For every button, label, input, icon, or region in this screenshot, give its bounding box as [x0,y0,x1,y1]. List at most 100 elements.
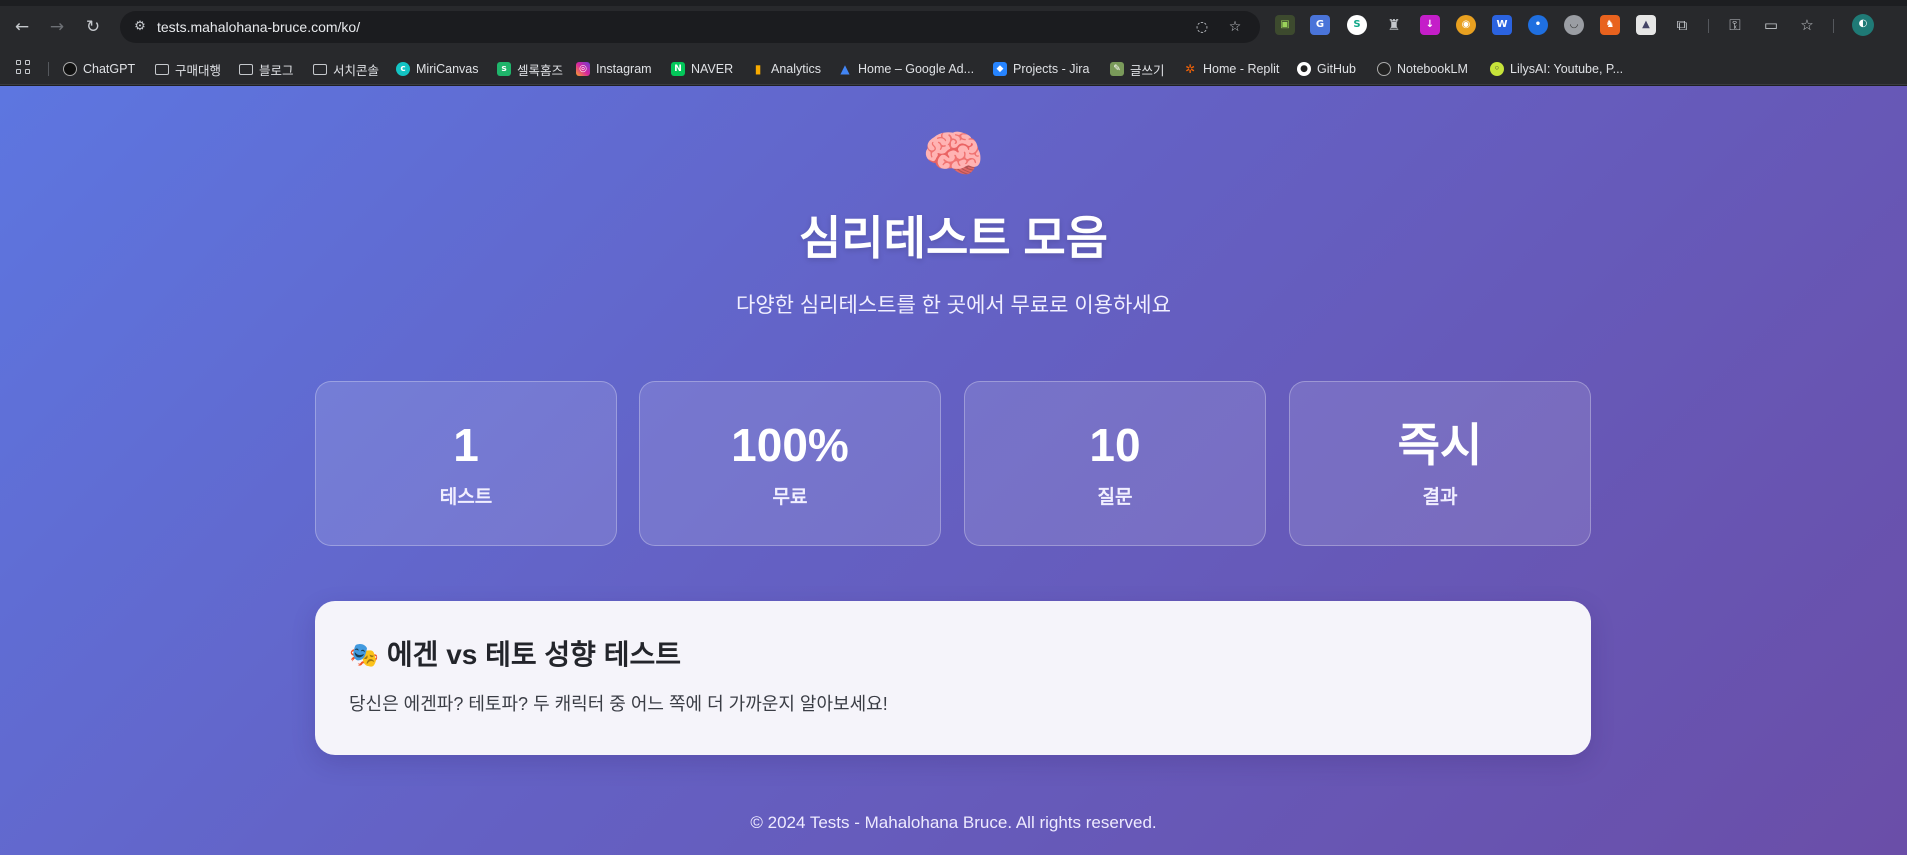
openai-icon [63,62,77,76]
bookmark-label: 셀록홈즈 [517,63,564,78]
forward-arrow-icon: → [49,17,65,37]
folder-icon [239,63,253,75]
tab-strip-edge [0,0,1907,6]
stat-label: 결과 [1422,487,1458,508]
bookmark-label: 구매대행 [175,63,222,78]
google-ads-icon: ▲ [840,62,850,76]
extension-capture-icon[interactable]: ▣ [1275,15,1295,35]
bookmark-miricanvas[interactable]: c MiriCanvas [396,59,479,79]
bookmark-label: Home - Replit [1203,62,1280,76]
bookmark-label: NotebookLM [1397,62,1468,76]
bookmarks-star-icon[interactable]: ☆ [1797,15,1817,35]
bookmark-sellock[interactable]: s 셀록홈즈 [497,59,563,79]
stat-label: 무료 [772,487,808,508]
bookmark-naver[interactable]: N NAVER [671,59,733,79]
bookmark-label: GitHub [1317,62,1356,76]
bookmark-folder-blog[interactable]: 블로그 [239,59,294,79]
sellock-icon: s [497,62,511,76]
footer-copyright: © 2024 Tests - Mahalohana Bruce. All rig… [750,813,1157,832]
bookmark-label: Instagram [596,62,652,76]
bookmark-star-icon[interactable]: ☆ [1225,17,1245,37]
brain-icon: 🧠 [922,125,985,183]
toolbar-divider [1833,19,1834,33]
bookmark-google-ads[interactable]: ▲ Home – Google Ad... [838,59,974,79]
bookmark-notebooklm[interactable]: NotebookLM [1377,59,1468,79]
analytics-icon: ▮ [754,62,762,76]
back-arrow-icon: ← [14,17,30,37]
bookmark-github[interactable]: ● GitHub [1297,59,1356,79]
extensions-puzzle-icon[interactable]: ⧉ [1672,15,1692,35]
download-extension-icon[interactable]: ↓ [1420,15,1440,35]
w-extension-icon[interactable]: W [1492,15,1512,35]
translate-extension-icon[interactable]: G [1310,15,1330,35]
stat-value: 100% [731,419,849,471]
notebooklm-icon [1377,62,1391,76]
apps-grid-icon[interactable] [16,60,34,78]
reload-button[interactable]: ↻ [82,16,104,38]
tools-extension-icon[interactable]: ♜ [1384,15,1404,35]
test-card-description: 당신은 에겐파? 테토파? 두 캐릭터 중 어느 쪽에 더 가까운지 알아보세요… [349,694,888,714]
stat-card-results: 즉시 결과 [1289,381,1591,546]
stat-value: 즉시 [1397,419,1483,471]
eye-off-icon[interactable]: ◌ [1192,17,1212,37]
test-card-title: 🎭 에겐 vs 테토 성향 테스트 [349,637,681,673]
cup-extension-icon[interactable]: ◡ [1564,15,1584,35]
theater-masks-icon: 🎭 [349,641,379,669]
bookmarks-bar: ChatGPT 구매대행 블로그 서치콘솔 c MiriCanvas s 셀록홈… [0,53,1907,85]
bookmark-chatgpt[interactable]: ChatGPT [63,59,135,79]
stat-label: 테스트 [439,487,493,508]
bookmarks-divider [48,62,49,76]
page-title: 심리테스트 모음 [798,212,1109,264]
bookmark-label: Analytics [771,62,822,76]
bookmark-lilysai[interactable]: ◦ LilysAI: Youtube, P... [1490,59,1623,79]
bookmark-folder-search-console[interactable]: 서치콘솔 [313,59,379,79]
bookmark-label: 글쓰기 [1130,63,1165,78]
blue-extension-icon[interactable]: • [1528,15,1548,35]
page-subtitle: 다양한 심리테스트를 한 곳에서 무료로 이용하세요 [736,294,1171,317]
bookmark-writing[interactable]: ✎ 글쓰기 [1110,59,1165,79]
address-bar[interactable]: ⚙ tests.mahalohana-bruce.com/ko/ ◌ ☆ [120,11,1260,43]
instagram-icon: ◎ [576,62,590,76]
forward-button[interactable]: → [46,16,68,38]
url-text: tests.mahalohana-bruce.com/ko/ [157,19,361,35]
fox-extension-icon[interactable]: ♞ [1600,15,1620,35]
stat-card-free: 100% 무료 [639,381,941,546]
bookmark-label: MiriCanvas [416,62,479,76]
chrome-extension-icon[interactable]: ◉ [1456,15,1476,35]
bookmark-label: 서치콘솔 [333,63,380,78]
bookmark-folder-purchase[interactable]: 구매대행 [155,59,221,79]
stat-label: 질문 [1097,487,1133,508]
bookmark-label: 블로그 [259,63,294,78]
s-extension-icon[interactable]: S [1347,15,1367,35]
bookmark-analytics[interactable]: ▮ Analytics [751,59,821,79]
page-content: 🧠 심리테스트 모음 다양한 심리테스트를 한 곳에서 무료로 이용하세요 1 … [0,86,1907,855]
github-icon: ● [1297,62,1311,76]
site-info-icon[interactable]: ⚙ [131,18,149,36]
bookmark-label: Projects - Jira [1013,62,1090,76]
stat-card-questions: 10 질문 [964,381,1266,546]
bookmark-label: ChatGPT [83,62,136,76]
test-card-title-text: 에겐 vs 테토 성향 테스트 [386,639,681,670]
bookmark-instagram[interactable]: ◎ Instagram [576,59,652,79]
bookmark-label: NAVER [691,62,734,76]
replit-icon: ✲ [1184,62,1196,76]
jira-icon: ◆ [993,62,1007,76]
profile-avatar[interactable]: ◐ [1852,14,1874,36]
bookmark-label: Home – Google Ad... [858,62,975,76]
folder-icon [155,63,169,75]
naver-icon: N [671,62,685,76]
password-key-icon[interactable]: ⚿ [1725,15,1745,35]
toolbar-divider [1708,19,1709,33]
folder-icon [313,63,327,75]
image-extension-icon[interactable]: ▲ [1636,15,1656,35]
browser-toolbar: ← → ↻ ⚙ tests.mahalohana-bruce.com/ko/ ◌… [0,0,1907,53]
bookmark-jira[interactable]: ◆ Projects - Jira [993,59,1089,79]
miricanvas-icon: c [396,62,410,76]
back-button[interactable]: ← [11,16,33,38]
bookmark-label: LilysAI: Youtube, P... [1510,62,1624,76]
bookmark-replit[interactable]: ✲ Home - Replit [1183,59,1279,79]
payment-card-icon[interactable]: ▭ [1761,15,1781,35]
test-card-egen-teto[interactable]: 🎭 에겐 vs 테토 성향 테스트 당신은 에겐파? 테토파? 두 캐릭터 중 … [315,601,1591,755]
stat-value: 1 [453,419,479,471]
stat-card-tests: 1 테스트 [315,381,617,546]
